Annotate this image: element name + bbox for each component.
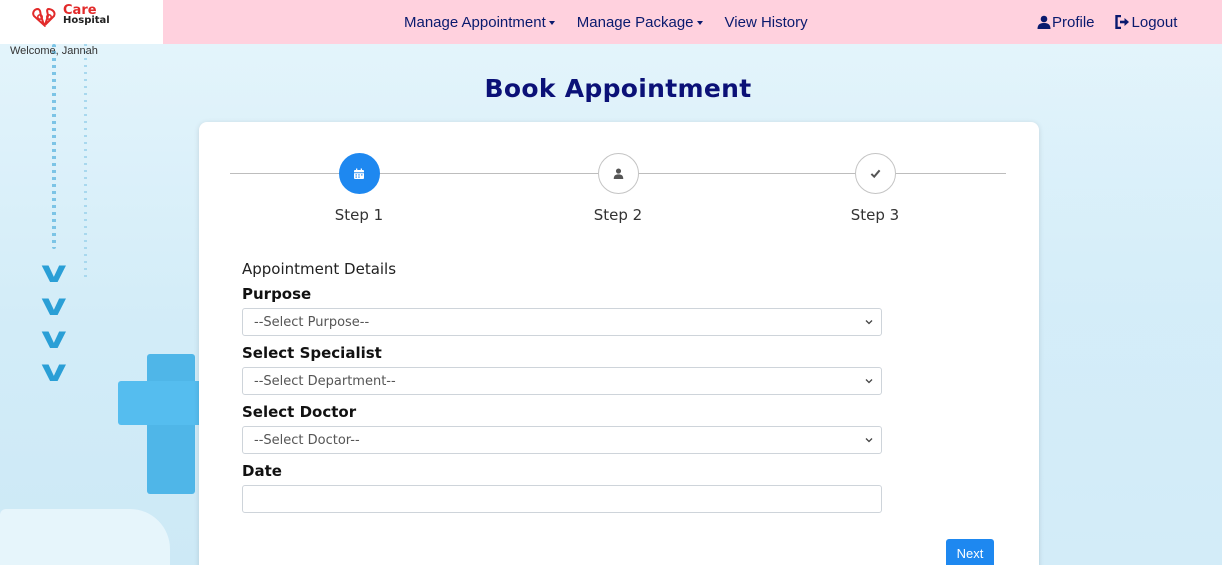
chevron-down-icon: v: [41, 321, 67, 356]
nav-item-label: Manage Appointment: [404, 13, 546, 31]
appointment-form: Appointment Details Purpose --Select Pur…: [242, 260, 882, 513]
purpose-select-value: --Select Purpose--: [254, 314, 370, 330]
profile-label: Profile: [1052, 13, 1095, 31]
background-shape: [1040, 44, 1222, 565]
section-title: Appointment Details: [242, 260, 397, 278]
next-button[interactable]: Next: [946, 539, 994, 565]
chevron-down-icon: v: [41, 354, 67, 389]
purpose-select[interactable]: --Select Purpose--: [242, 308, 882, 336]
user-icon: [1037, 15, 1051, 29]
welcome-text: Welcome, Jannah: [10, 45, 98, 57]
logout-icon: [1114, 15, 1129, 29]
logout-label: Logout: [1131, 13, 1178, 31]
step-3-label: Step 3: [850, 206, 900, 224]
background-shape: [0, 509, 170, 565]
doctor-select[interactable]: --Select Doctor--: [242, 426, 882, 454]
chevron-down-icon: v: [41, 288, 67, 323]
step-2[interactable]: Step 2: [558, 153, 678, 224]
logo-hospital-text: Hospital: [63, 15, 110, 26]
nav-item-label: View History: [724, 13, 808, 31]
caret-down-icon: [548, 21, 555, 25]
booking-card: Step 1 Step 2 Step 3 Appointment Details…: [199, 122, 1039, 565]
specialist-label: Select Specialist: [242, 344, 382, 362]
step-1-label: Step 1: [334, 206, 384, 224]
calendar-icon: [354, 168, 364, 179]
nav-view-history[interactable]: View History: [725, 14, 808, 31]
logo-text: Care Hospital: [63, 4, 110, 26]
nav-user-actions: Profile Logout: [1037, 0, 1197, 44]
caret-down-icon: [696, 21, 703, 25]
date-label: Date: [242, 462, 282, 480]
logo-area: Care Hospital: [0, 0, 163, 44]
nav-manage-package[interactable]: Manage Package: [577, 14, 703, 31]
logout-link[interactable]: Logout: [1114, 13, 1178, 31]
step-3[interactable]: Step 3: [815, 153, 935, 224]
date-input[interactable]: [242, 485, 882, 513]
stepper: Step 1 Step 2 Step 3: [230, 153, 1006, 243]
step-3-circle: [854, 153, 896, 194]
check-icon: [870, 169, 880, 179]
chevron-down-icon: [865, 320, 873, 325]
doctor-select-value: --Select Doctor--: [254, 432, 360, 448]
hospital-logo-icon: [32, 7, 56, 27]
logo[interactable]: Care Hospital: [31, 4, 110, 27]
nav-menu: Manage Appointment Manage Package View H…: [404, 0, 830, 44]
step-1-circle: [338, 153, 380, 194]
user-icon: [613, 168, 623, 179]
chevron-down-icon: v: [41, 255, 67, 290]
page-title: Book Appointment: [484, 74, 752, 103]
specialist-select[interactable]: --Select Department--: [242, 367, 882, 395]
doctor-label: Select Doctor: [242, 403, 357, 421]
specialist-select-value: --Select Department--: [254, 373, 396, 389]
step-1[interactable]: Step 1: [299, 153, 419, 224]
navbar: Care Hospital Manage Appointment Manage …: [0, 0, 1222, 44]
purpose-label: Purpose: [242, 285, 312, 303]
profile-link[interactable]: Profile: [1037, 14, 1095, 31]
nav-item-label: Manage Package: [576, 13, 694, 31]
chevron-down-icon: [865, 379, 873, 384]
step-2-label: Step 2: [593, 206, 643, 224]
nav-manage-appointment[interactable]: Manage Appointment: [404, 14, 555, 31]
chevron-down-icon: [865, 438, 873, 443]
step-2-circle: [597, 153, 639, 194]
